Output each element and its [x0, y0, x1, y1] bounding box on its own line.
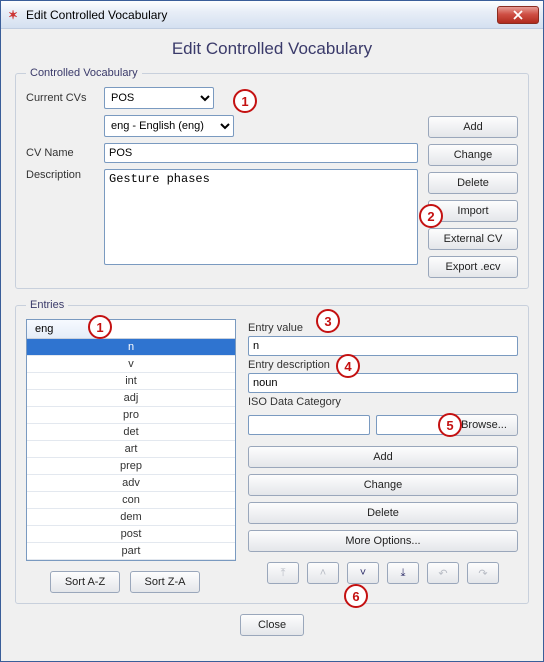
window-title: Edit Controlled Vocabulary — [26, 8, 497, 22]
cv-language-select[interactable]: eng - English (eng) — [104, 115, 234, 137]
entries-table[interactable]: eng nvintadjprodetartprepadvcondempostpa… — [26, 319, 236, 561]
table-row[interactable]: con — [27, 492, 235, 509]
iso-category-field-1 — [248, 415, 370, 435]
table-row[interactable]: adv — [27, 475, 235, 492]
chevron-bottom-icon: ⤓ — [401, 567, 406, 580]
entry-value-input[interactable] — [248, 336, 518, 356]
table-row[interactable]: post — [27, 526, 235, 543]
entries-legend: Entries — [26, 299, 68, 311]
table-row[interactable]: dem — [27, 509, 235, 526]
cv-description-label: Description — [26, 169, 104, 181]
chevron-top-icon: ⤒ — [281, 567, 286, 580]
iso-browse-button[interactable]: Browse... — [450, 414, 518, 436]
undo-button[interactable]: ↶ — [427, 562, 459, 584]
cv-delete-button[interactable]: Delete — [428, 172, 518, 194]
cv-export-button[interactable]: Export .ecv — [428, 256, 518, 278]
cv-name-label: CV Name — [26, 147, 104, 159]
app-icon: ✶ — [5, 7, 21, 23]
close-icon — [513, 10, 523, 20]
entry-more-options-button[interactable]: More Options... — [248, 530, 518, 552]
entries-table-header: eng — [27, 320, 235, 339]
table-row[interactable]: v — [27, 356, 235, 373]
cv-add-button[interactable]: Add — [428, 116, 518, 138]
page-title: Edit Controlled Vocabulary — [15, 39, 529, 59]
table-row[interactable]: part — [27, 543, 235, 560]
controlled-vocabulary-group: Controlled Vocabulary Current CVs POS en… — [15, 67, 529, 289]
titlebar: ✶ Edit Controlled Vocabulary — [1, 1, 543, 29]
table-row[interactable]: prep — [27, 458, 235, 475]
entries-column-header[interactable]: eng — [27, 320, 97, 338]
entries-group: Entries eng nvintadjprodetartprepadvcond… — [15, 299, 529, 604]
current-cv-label: Current CVs — [26, 92, 104, 104]
move-top-button[interactable]: ⤒ — [267, 562, 299, 584]
table-row[interactable]: art — [27, 441, 235, 458]
window-close-button[interactable] — [497, 6, 539, 24]
window: ✶ Edit Controlled Vocabulary Edit Contro… — [0, 0, 544, 662]
chevron-up-icon: ˄ — [320, 567, 326, 579]
entry-change-button[interactable]: Change — [248, 474, 518, 496]
close-button[interactable]: Close — [240, 614, 304, 636]
entry-delete-button[interactable]: Delete — [248, 502, 518, 524]
redo-icon: ↷ — [478, 567, 487, 580]
sort-az-button[interactable]: Sort A-Z — [50, 571, 120, 593]
cv-legend: Controlled Vocabulary — [26, 67, 142, 79]
table-row[interactable]: n — [27, 339, 235, 356]
current-cv-select[interactable]: POS — [104, 87, 214, 109]
move-bottom-button[interactable]: ⤓ — [387, 562, 419, 584]
iso-category-field-2 — [376, 415, 444, 435]
table-row[interactable]: adj — [27, 390, 235, 407]
move-up-button[interactable]: ˄ — [307, 562, 339, 584]
entry-value-label: Entry value — [248, 322, 518, 334]
cv-import-button[interactable]: Import — [428, 200, 518, 222]
table-row[interactable]: int — [27, 373, 235, 390]
cv-change-button[interactable]: Change — [428, 144, 518, 166]
sort-za-button[interactable]: Sort Z-A — [130, 571, 200, 593]
undo-icon: ↶ — [438, 567, 447, 580]
cv-description-input[interactable]: Gesture phases — [104, 169, 418, 265]
table-row[interactable]: pro — [27, 407, 235, 424]
entry-add-button[interactable]: Add — [248, 446, 518, 468]
entry-description-label: Entry description — [248, 359, 518, 371]
content-area: Edit Controlled Vocabulary 1 2 1 3 4 5 6… — [1, 29, 543, 661]
iso-category-label: ISO Data Category — [248, 396, 518, 408]
move-down-button[interactable]: ˅ — [347, 562, 379, 584]
entry-description-input[interactable] — [248, 373, 518, 393]
cv-external-button[interactable]: External CV — [428, 228, 518, 250]
table-row[interactable]: det — [27, 424, 235, 441]
chevron-down-icon: ˅ — [360, 567, 366, 579]
cv-name-input[interactable] — [104, 143, 418, 163]
redo-button[interactable]: ↷ — [467, 562, 499, 584]
